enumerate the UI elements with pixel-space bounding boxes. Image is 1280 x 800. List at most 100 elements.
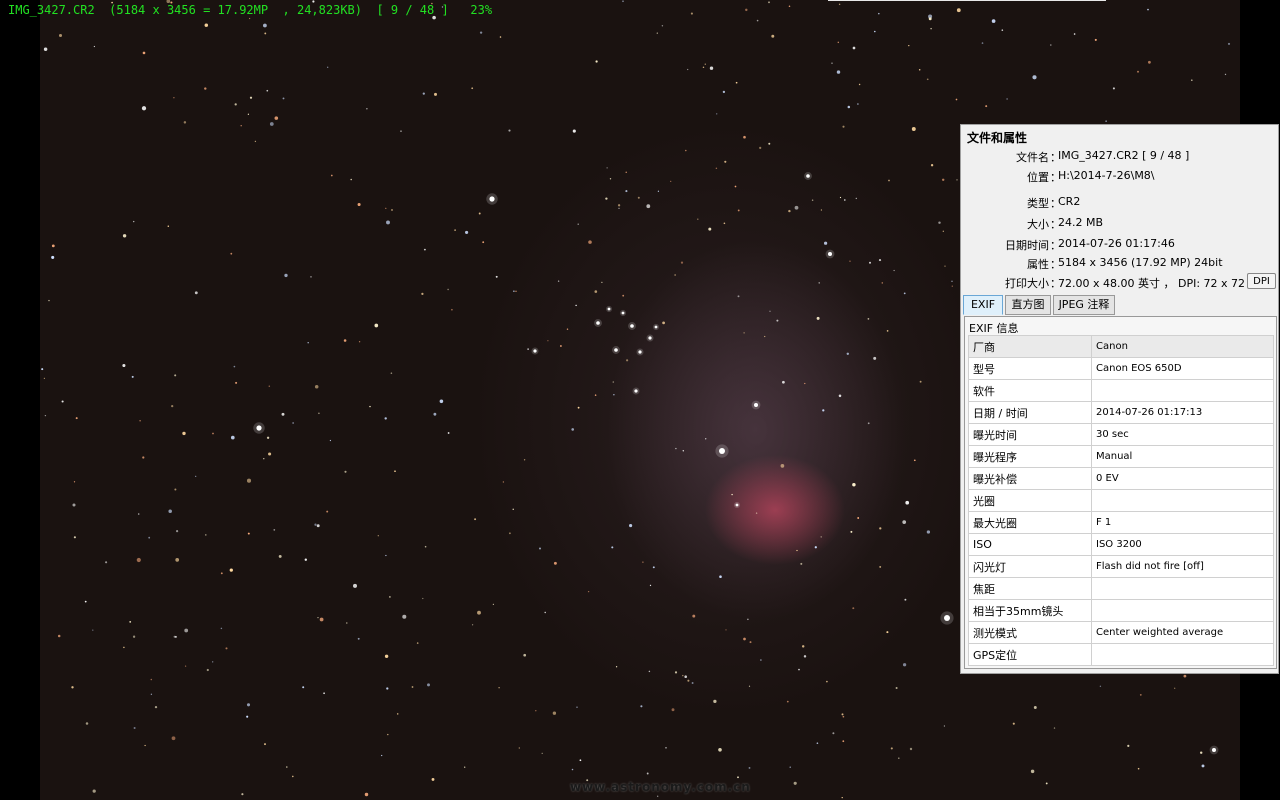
exif-value: Canon [1091,335,1274,358]
exif-row[interactable]: 最大光圈 F 1 [968,511,1274,534]
exif-row[interactable]: 曝光程序 Manual [968,445,1274,468]
star [909,747,913,751]
exif-row[interactable]: 曝光补偿 0 EV [968,467,1274,490]
star [148,536,151,539]
star [938,221,941,224]
star [904,598,907,601]
star [499,36,502,38]
dpi-button[interactable]: DPI [1247,273,1276,289]
star [579,759,582,762]
exif-value [1091,599,1274,622]
star [612,381,615,383]
tab-jpeg-comment[interactable]: JPEG 注释 [1053,295,1115,315]
star [852,46,856,50]
exif-row[interactable]: 相当于35mm镜头 [968,599,1274,622]
star [266,89,269,92]
star [857,517,860,519]
star [343,339,347,342]
star [874,30,876,33]
star [1030,769,1035,774]
exif-row[interactable]: 日期 / 时间 2014-07-26 01:17:13 [968,401,1274,424]
star [1191,79,1193,81]
exif-row[interactable]: 曝光时间 30 sec [968,423,1274,446]
star [266,436,270,439]
star [796,549,798,552]
star [206,668,209,672]
star [479,31,483,34]
star [269,122,274,126]
bright-star [654,325,658,329]
star [793,781,797,785]
star [1094,38,1097,41]
star [985,105,988,108]
star [652,566,655,569]
star [314,384,319,389]
star [433,412,437,416]
exif-row[interactable]: GPS定位 [968,643,1274,666]
star [913,459,916,462]
star [369,405,371,408]
prop-row-filename: 文件名 ： IMG_3427.CR2 [ 9 / 48 ] [961,149,1280,167]
exif-key: 厂商 [968,335,1092,358]
star [737,776,739,779]
exif-row[interactable]: 光圈 [968,489,1274,512]
star [755,512,758,514]
tab-histogram[interactable]: 直方图 [1005,295,1051,315]
star [229,568,233,572]
bright-star [735,503,739,507]
star [601,281,603,284]
osd-file-info: IMG_3427.CR2 (5184 x 3456 = 17.92MP , 24… [8,3,493,17]
star [387,733,389,736]
exif-key: 闪光灯 [968,555,1092,578]
star [431,777,435,781]
prop-label: 日期时间 [1005,239,1049,252]
star [396,713,399,715]
star [867,422,870,425]
tab-exif[interactable]: EXIF [963,295,1003,315]
exif-row[interactable]: 闪光灯 Flash did not fire [off] [968,555,1274,578]
star [719,575,722,578]
exif-row[interactable]: 型号 Canon EOS 650D [968,357,1274,380]
star [246,703,251,707]
star [498,687,500,689]
star [447,288,449,291]
star [1099,685,1102,687]
star [474,518,477,521]
star [991,19,996,23]
star [898,757,900,759]
star [842,740,845,743]
exif-value: 2014-07-26 01:17:13 [1091,401,1274,424]
exif-row[interactable]: 焦距 [968,577,1274,600]
star [798,668,800,671]
star [366,108,368,110]
star [723,222,726,225]
prop-row-location: 位置 ： H:\2014-7-26\M8\ [961,169,1280,187]
star [890,747,893,750]
star [389,596,391,598]
star [908,44,910,47]
exif-row[interactable]: 软件 [968,379,1274,402]
star [150,678,153,681]
star [133,220,135,223]
prop-label: 属性 [1027,258,1049,271]
prop-row-attributes: 属性 ： 5184 x 3456 (17.92 MP) 24bit [961,256,1280,274]
star [702,66,705,69]
star [857,103,859,105]
exif-value: Center weighted average [1091,621,1274,644]
star [451,308,453,311]
star [816,316,820,320]
star [374,323,379,328]
star [718,748,722,752]
exif-row[interactable]: 测光模式 Center weighted average [968,621,1274,644]
exif-row[interactable]: ISO ISO 3200 [968,533,1274,556]
bright-star [630,324,634,328]
star [704,63,706,65]
star [527,348,529,350]
star [1045,782,1048,785]
star [572,129,576,133]
exif-value: 30 sec [1091,423,1274,446]
star [930,27,932,30]
exif-row[interactable]: 厂商 Canon [968,335,1274,358]
prop-value: 2014-07-26 01:17:46 [1058,237,1175,250]
star [263,458,265,460]
